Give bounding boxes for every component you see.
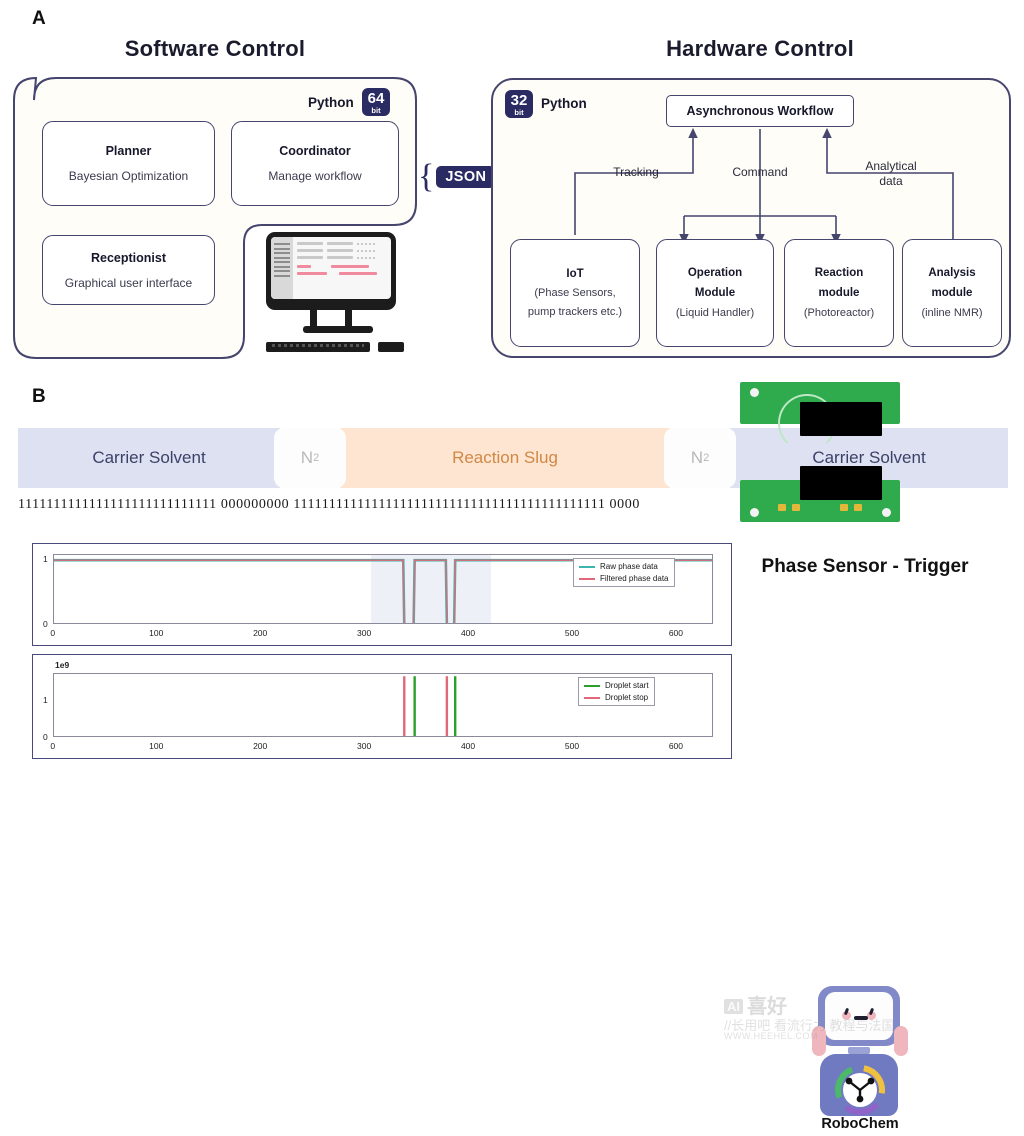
- watermark-text1: 喜好: [747, 996, 787, 1018]
- x-tick: 500: [564, 628, 580, 638]
- robochem-robot-logo: RoboChem: [800, 986, 920, 1136]
- slug-segment-n2-left: N2: [274, 428, 346, 488]
- module-analysis[interactable]: Analysis module (inline NMR): [902, 239, 1002, 347]
- module-iot[interactable]: IoT (Phase Sensors, pump trackers etc.): [510, 239, 640, 347]
- iot-line3: pump trackers etc.): [527, 306, 623, 319]
- legend-item-droplet-start: Droplet start: [584, 681, 649, 690]
- x-tick: 200: [253, 741, 268, 751]
- edge-label-analytical-data: Analytical data: [855, 159, 927, 189]
- legend-label-droplet-start: Droplet start: [605, 681, 649, 690]
- analysis-line2: module: [931, 287, 973, 300]
- x-tick: 200: [253, 628, 268, 638]
- analysis-line1: Analysis: [928, 267, 976, 280]
- phase-sensor-pcb-top: [740, 382, 900, 452]
- x-tick: 0: [50, 741, 56, 751]
- slug-segment-reaction: Reaction Slug: [340, 428, 670, 488]
- slug-segment-carrier-left: Carrier Solvent: [18, 428, 280, 488]
- n2-subscript: 2: [703, 452, 710, 464]
- operation-line1: Operation: [687, 267, 743, 280]
- panel-a: A Software Control Python 64 bit Planner…: [0, 0, 1024, 378]
- legend-swatch-droplet-start: [584, 684, 600, 687]
- iot-line2: (Phase Sensors,: [534, 286, 616, 299]
- legend-label-filtered: Filtered phase data: [600, 574, 669, 583]
- x-tick: 100: [149, 741, 164, 751]
- n2-label: N: [300, 448, 314, 467]
- reaction-line1: Reaction: [814, 267, 864, 280]
- x-tick: 500: [564, 741, 580, 751]
- molecule-cycle-icon: [835, 1065, 885, 1115]
- edge-label-command: Command: [732, 165, 788, 179]
- chart-droplet-data: 1e9 0 1 0 100 200 300 400 500 600 Droplet start…: [32, 654, 732, 759]
- x-tick: 0: [50, 628, 56, 638]
- panel-b-letter: B: [32, 386, 46, 407]
- phase-sensor-pcb-bottom: [740, 466, 900, 522]
- operation-line2: Module: [694, 287, 736, 300]
- module-operation[interactable]: Operation Module (Liquid Handler): [656, 239, 774, 347]
- chart-phase-data: 0 1 0 100 200 300 400 500 600 Raw phase data Fi…: [32, 543, 732, 646]
- x-tick: 300: [357, 741, 372, 751]
- operation-line3: (Liquid Handler): [675, 306, 755, 319]
- legend-item-droplet-stop: Droplet stop: [584, 693, 649, 702]
- y-tick: 1: [43, 554, 48, 565]
- y-tick: 0: [43, 619, 48, 629]
- x-tick: 400: [460, 741, 476, 751]
- x-tick: 100: [149, 628, 164, 638]
- legend-label-droplet-stop: Droplet stop: [605, 693, 649, 702]
- n2-label: N: [690, 448, 704, 467]
- chart-droplet-legend: Droplet start Droplet stop: [578, 677, 655, 706]
- x-tick: 600: [668, 741, 683, 751]
- analysis-line3: (inline NMR): [921, 306, 983, 319]
- panel-b: B Carrier Solvent N2 Reaction Slug N2 Ca…: [0, 378, 1024, 1132]
- n2-subscript: 2: [313, 452, 320, 464]
- x-tick: 400: [460, 628, 476, 638]
- legend-swatch-raw: [579, 565, 595, 568]
- reaction-line3: (Photoreactor): [803, 306, 875, 319]
- slug-segment-n2-right: N2: [664, 428, 736, 488]
- x-tick: 300: [357, 628, 372, 638]
- phase-sensor-caption: Phase Sensor - Trigger: [761, 556, 969, 577]
- reaction-line2: module: [818, 287, 860, 300]
- y-tick: 0: [43, 732, 48, 742]
- watermark-line1: AI 喜好: [724, 990, 787, 1019]
- watermark-badge: AI: [724, 999, 743, 1014]
- legend-label-raw: Raw phase data: [600, 562, 658, 571]
- iot-line1: IoT: [566, 267, 584, 280]
- analytical-line1: Analytical: [865, 159, 917, 173]
- robochem-label: RoboChem: [821, 1116, 899, 1132]
- analytical-line2: data: [879, 174, 903, 188]
- legend-swatch-droplet-stop: [584, 696, 600, 699]
- module-reaction[interactable]: Reaction module (Photoreactor): [784, 239, 894, 347]
- edge-label-tracking: Tracking: [613, 165, 659, 179]
- legend-item-filtered: Filtered phase data: [579, 574, 669, 583]
- y-tick: 1: [43, 694, 48, 705]
- chart-droplet-yoffset: 1e9: [55, 660, 70, 670]
- legend-item-raw: Raw phase data: [579, 562, 669, 571]
- x-tick: 600: [668, 628, 683, 638]
- legend-swatch-filtered: [579, 577, 595, 580]
- chart-phase-legend: Raw phase data Filtered phase data: [573, 558, 675, 587]
